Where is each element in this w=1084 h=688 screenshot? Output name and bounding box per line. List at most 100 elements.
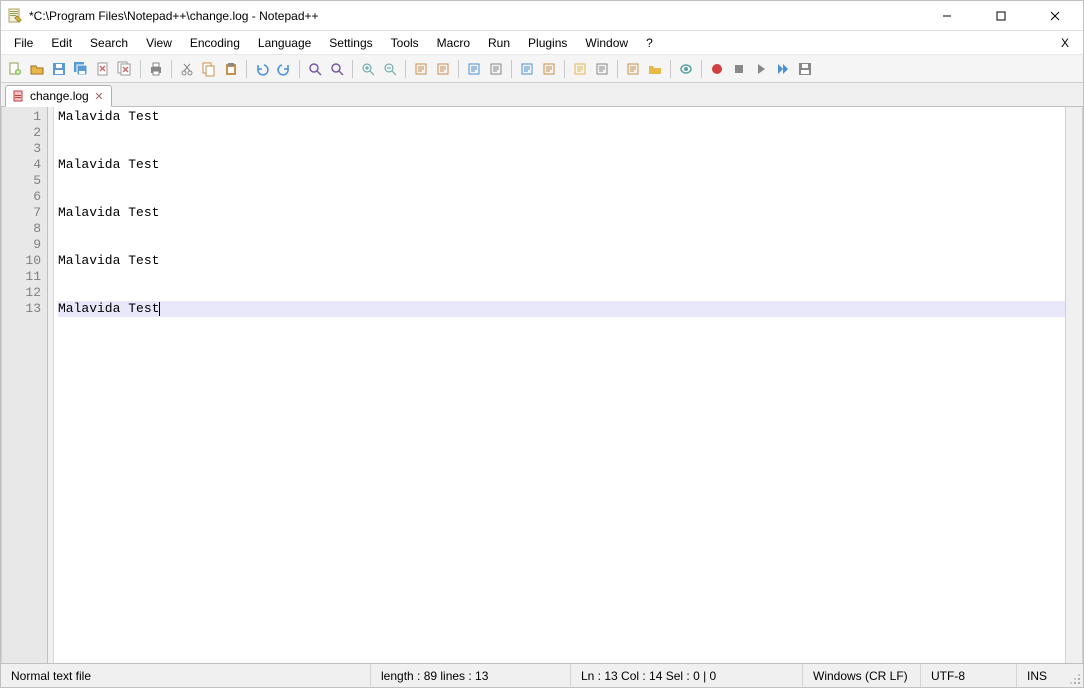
editor-line[interactable]: Malavida Test [58, 253, 1065, 269]
menu-run[interactable]: Run [479, 33, 519, 53]
indent-guide-icon[interactable] [517, 59, 537, 79]
titlebar: *C:\Program Files\Notepad++\change.log -… [1, 1, 1083, 31]
allchars-icon[interactable] [486, 59, 506, 79]
close-all-icon[interactable] [115, 59, 135, 79]
menu-settings[interactable]: Settings [320, 33, 381, 53]
menu-tools[interactable]: Tools [382, 33, 428, 53]
menu-close-x[interactable]: X [1051, 33, 1079, 53]
menubar: File Edit Search View Encoding Language … [1, 31, 1083, 55]
line-number: 2 [2, 125, 41, 141]
redo-icon[interactable] [274, 59, 294, 79]
copy-icon[interactable] [199, 59, 219, 79]
editor-line[interactable] [58, 125, 1065, 141]
folder-icon[interactable] [645, 59, 665, 79]
text-caret [159, 302, 160, 316]
paste-icon[interactable] [221, 59, 241, 79]
line-number: 7 [2, 205, 41, 221]
close-button[interactable] [1035, 4, 1075, 28]
editor-line[interactable]: Malavida Test [58, 109, 1065, 125]
udl-icon[interactable] [539, 59, 559, 79]
line-number: 9 [2, 237, 41, 253]
zoom-in-icon[interactable] [358, 59, 378, 79]
menu-encoding[interactable]: Encoding [181, 33, 249, 53]
menu-file[interactable]: File [5, 33, 42, 53]
editor-line[interactable]: Malavida Test [58, 157, 1065, 173]
menu-window[interactable]: Window [576, 33, 637, 53]
vertical-scrollbar[interactable] [1065, 107, 1082, 663]
app-icon [7, 8, 23, 24]
editor-line[interactable] [58, 237, 1065, 253]
editor-line[interactable] [58, 285, 1065, 301]
maximize-button[interactable] [981, 4, 1021, 28]
toolbar [1, 55, 1083, 83]
line-number: 4 [2, 157, 41, 173]
save-icon[interactable] [49, 59, 69, 79]
status-length: length : 89 lines : 13 [371, 664, 571, 687]
resize-grip-icon[interactable] [1067, 664, 1083, 687]
line-number: 12 [2, 285, 41, 301]
tab-label: change.log [30, 89, 89, 103]
editor-line[interactable]: Malavida Test [58, 301, 1065, 317]
menu-plugins[interactable]: Plugins [519, 33, 576, 53]
undo-icon[interactable] [252, 59, 272, 79]
save-all-icon[interactable] [71, 59, 91, 79]
toolbar-separator [352, 60, 353, 78]
status-position: Ln : 13 Col : 14 Sel : 0 | 0 [571, 664, 803, 687]
toolbar-separator [405, 60, 406, 78]
savemacro-icon[interactable] [795, 59, 815, 79]
monitor-icon[interactable] [676, 59, 696, 79]
find-icon[interactable] [305, 59, 325, 79]
tab-close-icon[interactable] [93, 90, 105, 102]
editor-line[interactable] [58, 173, 1065, 189]
doc-list-icon[interactable] [592, 59, 612, 79]
sync-h-icon[interactable] [433, 59, 453, 79]
status-mode[interactable]: INS [1017, 664, 1067, 687]
menu-macro[interactable]: Macro [428, 33, 479, 53]
wordwrap-icon[interactable] [464, 59, 484, 79]
line-number-gutter: 12345678910111213 [2, 107, 48, 663]
toolbar-separator [299, 60, 300, 78]
toolbar-separator [564, 60, 565, 78]
record-icon[interactable] [707, 59, 727, 79]
menu-language[interactable]: Language [249, 33, 320, 53]
menu-help[interactable]: ? [637, 33, 662, 53]
zoom-out-icon[interactable] [380, 59, 400, 79]
menu-search[interactable]: Search [81, 33, 137, 53]
line-number: 11 [2, 269, 41, 285]
text-area[interactable]: Malavida Test Malavida Test Malavida Test M… [54, 107, 1065, 663]
status-encoding[interactable]: UTF-8 [921, 664, 1017, 687]
playmulti-icon[interactable] [773, 59, 793, 79]
editor-line[interactable] [58, 269, 1065, 285]
toolbar-separator [617, 60, 618, 78]
open-file-icon[interactable] [27, 59, 47, 79]
toolbar-separator [511, 60, 512, 78]
editor-line[interactable] [58, 141, 1065, 157]
replace-icon[interactable] [327, 59, 347, 79]
line-number: 13 [2, 301, 41, 317]
menu-edit[interactable]: Edit [42, 33, 81, 53]
play-icon[interactable] [751, 59, 771, 79]
toolbar-separator [140, 60, 141, 78]
sync-v-icon[interactable] [411, 59, 431, 79]
menu-view[interactable]: View [137, 33, 181, 53]
status-eol[interactable]: Windows (CR LF) [803, 664, 921, 687]
print-icon[interactable] [146, 59, 166, 79]
line-number: 8 [2, 221, 41, 237]
line-number: 10 [2, 253, 41, 269]
toolbar-separator [171, 60, 172, 78]
tab-file-icon [12, 89, 26, 103]
cut-icon[interactable] [177, 59, 197, 79]
minimize-button[interactable] [927, 4, 967, 28]
close-icon[interactable] [93, 59, 113, 79]
new-file-icon[interactable] [5, 59, 25, 79]
toolbar-separator [458, 60, 459, 78]
editor-line[interactable]: Malavida Test [58, 205, 1065, 221]
tab-change-log[interactable]: change.log [5, 85, 112, 107]
stop-icon[interactable] [729, 59, 749, 79]
doc-map-icon[interactable] [570, 59, 590, 79]
editor-line[interactable] [58, 221, 1065, 237]
statusbar: Normal text file length : 89 lines : 13 … [1, 663, 1083, 687]
editor-line[interactable] [58, 189, 1065, 205]
toolbar-separator [670, 60, 671, 78]
func-list-icon[interactable] [623, 59, 643, 79]
